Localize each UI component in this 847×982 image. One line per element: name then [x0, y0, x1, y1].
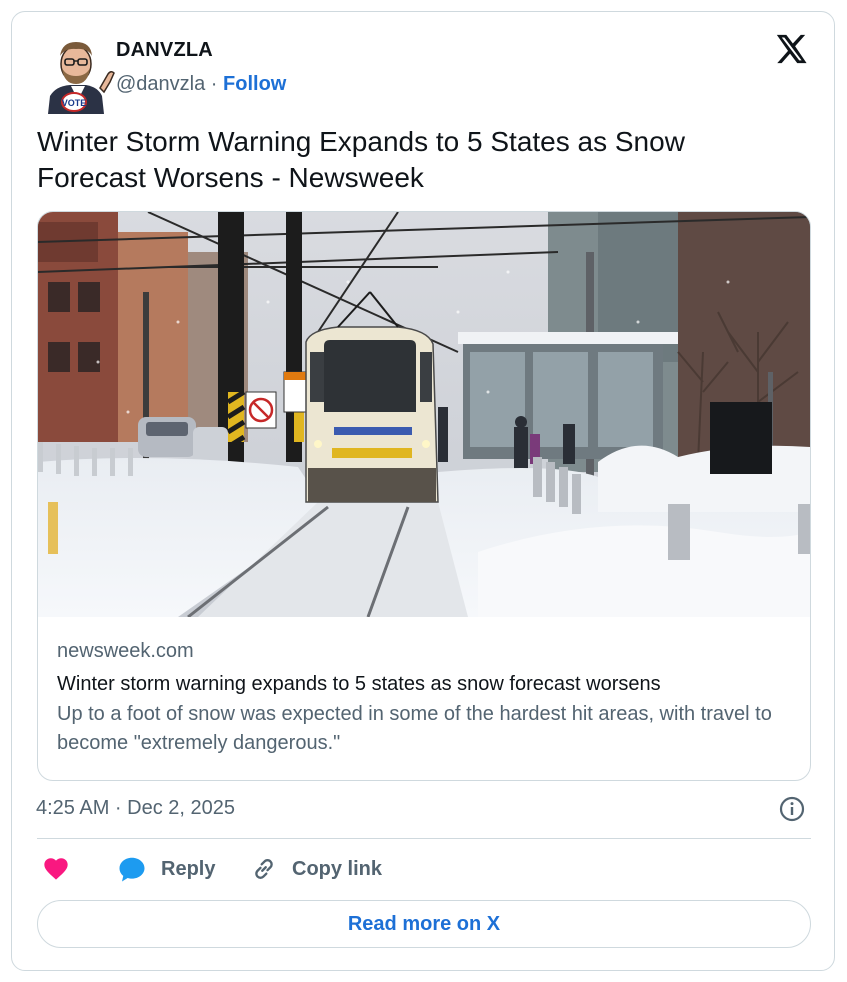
link-icon — [255, 859, 273, 879]
read-more-button[interactable]: Read more on X — [37, 900, 811, 948]
speech-bubble-icon — [119, 857, 145, 882]
link-preview-meta: newsweek.com Winter storm warning expand… — [57, 637, 797, 758]
tweet-text: Winter Storm Warning Expands to 5 States… — [37, 126, 685, 193]
tweet-timestamp[interactable]: 4:25 AM · Dec 2, 2025 — [36, 797, 235, 820]
link-description: Up to a foot of snow was expected in som… — [57, 703, 772, 754]
tweet-card: VOTE DANVZLA @danvzla · Follow Winter St… — [11, 11, 835, 971]
info-icon[interactable] — [778, 795, 806, 823]
link-domain: newsweek.com — [57, 640, 194, 662]
link-title: Winter storm warning expands to 5 states… — [57, 673, 661, 695]
avatar-badge-text: VOTE — [62, 98, 87, 108]
heart-icon — [44, 858, 68, 880]
reply-button[interactable]: Reply — [117, 855, 215, 883]
like-button[interactable] — [42, 855, 70, 881]
follow-button[interactable]: Follow — [223, 73, 286, 95]
snowy-streetcar-photo — [38, 212, 810, 617]
author-handle-row: @danvzla · Follow — [116, 73, 286, 96]
author-handle[interactable]: @danvzla — [116, 73, 205, 95]
link-preview-card[interactable]: newsweek.com Winter storm warning expand… — [37, 211, 811, 781]
author-name[interactable]: DANVZLA — [116, 39, 213, 62]
avatar[interactable]: VOTE — [38, 30, 118, 114]
x-logo-icon[interactable] — [774, 32, 808, 66]
copy-link-button[interactable]: Copy link — [250, 855, 382, 883]
divider — [37, 838, 811, 839]
reply-label: Reply — [161, 857, 216, 880]
copy-link-label: Copy link — [292, 857, 383, 880]
handle-separator: · — [205, 73, 224, 95]
